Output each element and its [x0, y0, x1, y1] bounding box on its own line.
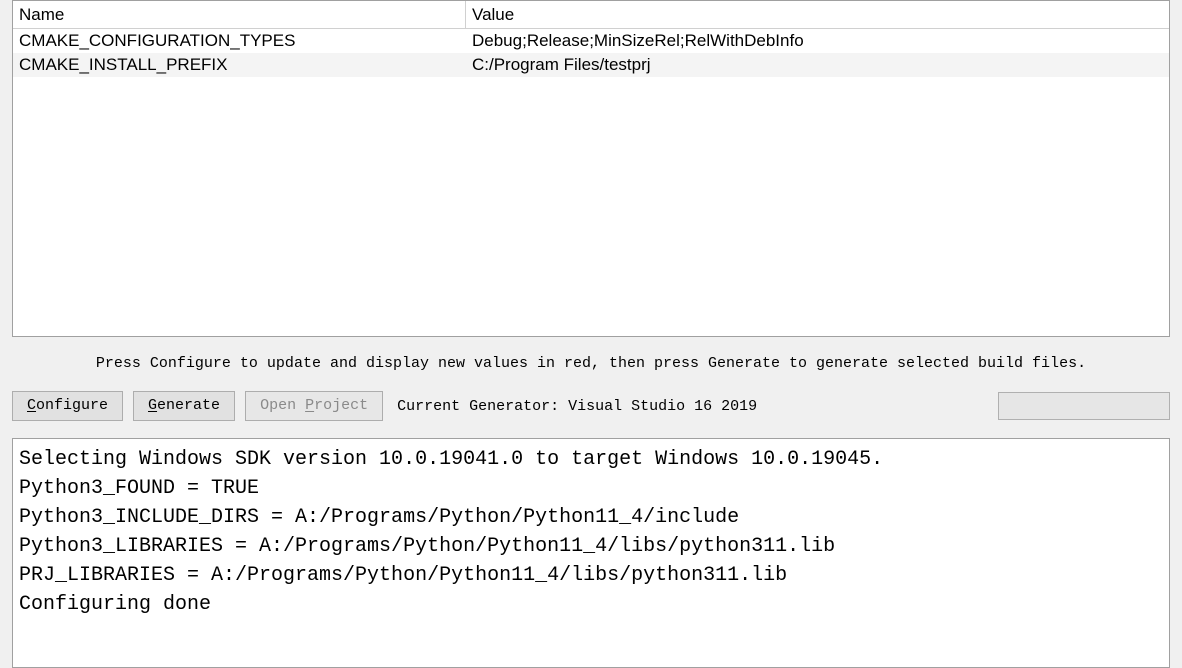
toolbar: Configure Generate Open Project Current …: [0, 388, 1182, 424]
generate-button[interactable]: Generate: [133, 391, 235, 421]
cache-variable-name[interactable]: CMAKE_CONFIGURATION_TYPES: [13, 29, 466, 53]
cache-variable-value[interactable]: C:/Program Files/testprj: [466, 53, 1169, 77]
open-project-button: Open Project: [245, 391, 383, 421]
current-generator-label: Current Generator: Visual Studio 16 2019: [397, 398, 757, 415]
progress-bar: [998, 392, 1170, 420]
cmake-gui-root: Name Value CMAKE_CONFIGURATION_TYPESDebu…: [0, 0, 1182, 668]
output-log[interactable]: Selecting Windows SDK version 10.0.19041…: [12, 438, 1170, 668]
column-header-value[interactable]: Value: [466, 1, 1169, 28]
cache-variable-row[interactable]: CMAKE_CONFIGURATION_TYPESDebug;Release;M…: [13, 29, 1169, 53]
column-header-name[interactable]: Name: [13, 1, 466, 28]
cache-variables-header: Name Value: [13, 1, 1169, 29]
configure-button[interactable]: Configure: [12, 391, 123, 421]
cache-variable-row[interactable]: CMAKE_INSTALL_PREFIXC:/Program Files/tes…: [13, 53, 1169, 77]
cache-variable-value[interactable]: Debug;Release;MinSizeRel;RelWithDebInfo: [466, 29, 1169, 53]
hint-text: Press Configure to update and display ne…: [0, 337, 1182, 388]
cache-variables-body[interactable]: CMAKE_CONFIGURATION_TYPESDebug;Release;M…: [13, 29, 1169, 336]
cache-variables-panel: Name Value CMAKE_CONFIGURATION_TYPESDebu…: [12, 0, 1170, 337]
cache-variable-name[interactable]: CMAKE_INSTALL_PREFIX: [13, 53, 466, 77]
